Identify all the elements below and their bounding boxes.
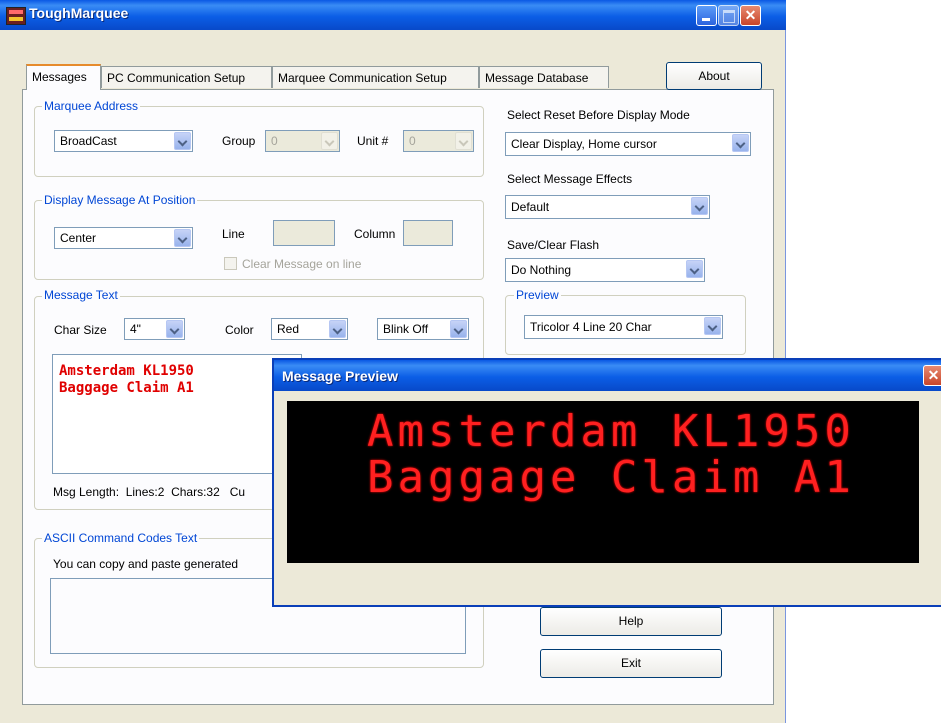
group-select-value: 0 <box>271 134 278 148</box>
unit-select-value: 0 <box>409 134 416 148</box>
message-line-2: Baggage Claim A1 <box>59 380 194 396</box>
address-select-value: BroadCast <box>60 134 117 148</box>
minimize-icon[interactable] <box>696 5 717 26</box>
column-input <box>403 220 453 246</box>
dropdown-arrow-icon[interactable] <box>174 132 191 150</box>
tab-message-database[interactable]: Message Database <box>479 66 609 88</box>
reset-mode-select[interactable]: Clear Display, Home cursor <box>505 132 751 156</box>
group-label: Group <box>222 134 256 148</box>
message-line-1: Amsterdam KL1950 <box>59 363 194 379</box>
dropdown-arrow-icon[interactable] <box>329 320 346 338</box>
exit-button[interactable]: Exit <box>540 649 722 678</box>
flash-value: Do Nothing <box>511 263 572 277</box>
tab-pc-communication-setup[interactable]: PC Communication Setup <box>101 66 272 88</box>
flash-select[interactable]: Do Nothing <box>505 258 705 282</box>
effects-select[interactable]: Default <box>505 195 710 219</box>
preview-type-select[interactable]: Tricolor 4 Line 20 Char <box>524 315 723 339</box>
color-value: Red <box>277 322 300 336</box>
char-size-label: Char Size <box>54 323 107 337</box>
display-position-legend: Display Message At Position <box>42 193 198 207</box>
led-line-1: Amsterdam KL1950 <box>367 406 855 457</box>
ascii-legend: ASCII Command Codes Text <box>42 531 200 545</box>
dropdown-arrow-icon[interactable] <box>166 320 183 338</box>
led-line-2: Baggage Claim A1 <box>367 452 855 503</box>
tab-marquee-communication-setup[interactable]: Marquee Communication Setup <box>272 66 479 88</box>
blink-value: Blink Off <box>383 322 429 336</box>
flash-label: Save/Clear Flash <box>507 238 600 252</box>
app-icon <box>6 7 26 25</box>
unit-label: Unit # <box>357 134 389 148</box>
column-label: Column <box>354 227 396 241</box>
unit-select: 0 <box>403 130 474 152</box>
char-size-value: 4" <box>130 322 141 336</box>
position-select[interactable]: Center <box>54 227 193 249</box>
dropdown-arrow-icon[interactable] <box>704 317 721 335</box>
clear-message-checkbox <box>224 257 237 270</box>
preview-window-title: Message Preview <box>282 368 398 384</box>
line-input <box>273 220 335 246</box>
dropdown-arrow-icon <box>455 132 472 150</box>
dropdown-arrow-icon <box>321 132 338 150</box>
dropdown-arrow-icon[interactable] <box>732 134 749 152</box>
title-bar[interactable]: ToughMarquee ✕ <box>0 0 786 30</box>
about-button[interactable]: About <box>666 62 762 90</box>
message-length-status: Msg Length: Lines:2 Chars:32 Cu <box>53 485 246 499</box>
preview-legend: Preview <box>514 288 561 302</box>
dropdown-arrow-icon[interactable] <box>691 197 708 215</box>
reset-mode-label: Select Reset Before Display Mode <box>507 108 690 122</box>
effects-label: Select Message Effects <box>507 172 633 186</box>
ascii-hint: You can copy and paste generated <box>53 557 239 571</box>
address-select[interactable]: BroadCast <box>54 130 193 152</box>
window-title: ToughMarquee <box>29 5 129 21</box>
message-text-area[interactable]: Amsterdam KL1950 Baggage Claim A1 <box>52 354 302 474</box>
preview-type-value: Tricolor 4 Line 20 Char <box>530 320 652 334</box>
preview-title-bar[interactable]: Message Preview ✕ <box>274 360 941 391</box>
color-label: Color <box>225 323 254 337</box>
tab-messages[interactable]: Messages <box>26 64 101 90</box>
dropdown-arrow-icon[interactable] <box>450 320 467 338</box>
char-size-select[interactable]: 4" <box>124 318 185 340</box>
dropdown-arrow-icon[interactable] <box>174 229 191 247</box>
effects-value: Default <box>511 200 550 214</box>
close-icon[interactable]: ✕ <box>923 365 941 386</box>
marquee-address-legend: Marquee Address <box>42 99 141 113</box>
close-icon[interactable]: ✕ <box>740 5 761 26</box>
blink-select[interactable]: Blink Off <box>377 318 469 340</box>
clear-message-label: Clear Message on line <box>242 257 362 271</box>
maximize-icon[interactable] <box>718 5 739 26</box>
line-label: Line <box>222 227 245 241</box>
color-select[interactable]: Red <box>271 318 348 340</box>
group-select: 0 <box>265 130 340 152</box>
reset-mode-value: Clear Display, Home cursor <box>511 137 657 151</box>
dropdown-arrow-icon[interactable] <box>686 260 703 278</box>
message-text-legend: Message Text <box>42 288 120 302</box>
position-select-value: Center <box>60 231 97 245</box>
led-display: Amsterdam KL1950 Baggage Claim A1 <box>287 401 919 563</box>
help-button[interactable]: Help <box>540 607 722 636</box>
message-preview-window: Message Preview ✕ Amsterdam KL1950 Bagga… <box>272 358 941 607</box>
